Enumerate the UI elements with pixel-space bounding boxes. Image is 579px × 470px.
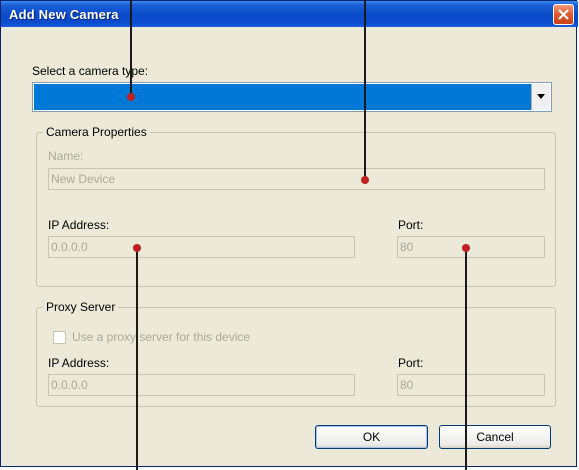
chevron-down-icon [537, 94, 545, 99]
dialog-title: Add New Camera [9, 7, 119, 22]
ip-address-label: IP Address: [48, 218, 110, 232]
dropdown-button[interactable] [531, 84, 550, 110]
camera-properties-group: Camera Properties [36, 125, 556, 287]
callout-dot-camera-type [127, 93, 135, 101]
callout-line-port [465, 248, 467, 470]
port-field[interactable]: 80 [397, 236, 545, 258]
ip-address-field[interactable]: 0.0.0.0 [48, 236, 355, 258]
callout-dot-port [462, 244, 470, 252]
add-new-camera-dialog: Add New Camera Select a camera type: Cam… [0, 0, 578, 470]
proxy-port-field[interactable]: 80 [397, 374, 545, 396]
close-button[interactable] [553, 4, 574, 25]
close-icon [558, 9, 569, 20]
proxy-ip-address-label: IP Address: [48, 356, 110, 370]
callout-line-name [364, 1, 366, 180]
use-proxy-label: Use a proxy server for this device [72, 330, 251, 344]
proxy-port-label: Port: [398, 356, 424, 370]
name-field[interactable]: New Device [48, 168, 545, 190]
proxy-ip-address-field[interactable]: 0.0.0.0 [48, 374, 355, 396]
proxy-server-title: Proxy Server [43, 300, 119, 314]
name-label: Name: [48, 149, 84, 163]
cancel-button[interactable]: Cancel [439, 425, 551, 449]
callout-dot-name [361, 176, 369, 184]
callout-line-ip-address [136, 248, 138, 470]
callout-line-camera-type [130, 1, 132, 97]
port-label: Port: [398, 218, 424, 232]
camera-type-select[interactable] [32, 82, 552, 112]
callout-dot-ip-address [133, 244, 141, 252]
ok-button[interactable]: OK [315, 425, 428, 449]
use-proxy-checkbox[interactable] [53, 331, 66, 344]
camera-type-selected-value [34, 84, 531, 110]
camera-properties-title: Camera Properties [43, 125, 150, 139]
title-bar[interactable]: Add New Camera [1, 1, 578, 27]
